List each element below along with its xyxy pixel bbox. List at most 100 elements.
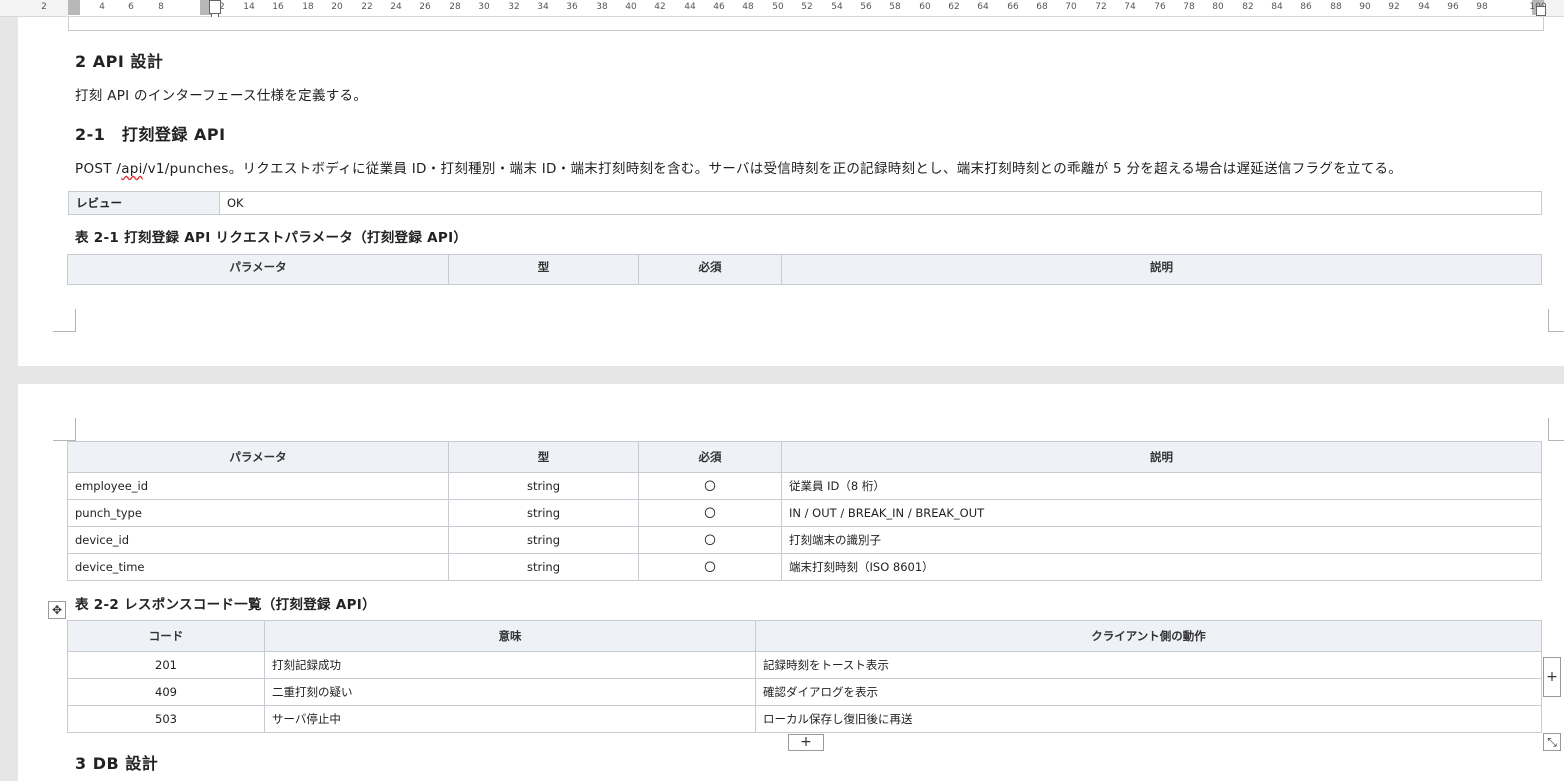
param-name-cell[interactable]: device_time	[67, 553, 449, 581]
ruler-tick-label: 44	[684, 2, 696, 12]
client-action-cell[interactable]: 記録時刻をトースト表示	[755, 651, 1542, 679]
ruler-tick-label: 74	[1124, 2, 1136, 12]
column-header: コード	[67, 620, 265, 652]
document-page: パラメータ 型 必須 説明 employee_id string 〇 従業員 I…	[18, 384, 1564, 781]
ruler-tick-label: 82	[1242, 2, 1254, 12]
add-column-button[interactable]: +	[1543, 657, 1561, 697]
type-cell[interactable]: string	[448, 499, 639, 527]
ruler-tick-label: 6	[128, 2, 134, 12]
ruler-tick-label: 4	[99, 2, 105, 12]
horizontal-ruler[interactable]: 2468121416182022242628303234363840424446…	[0, 0, 1564, 21]
column-header: パラメータ	[67, 254, 449, 285]
table-move-handle-icon[interactable]: ✥	[48, 601, 66, 619]
intro-paragraph: 打刻 API のインターフェース仕様を定義する。	[75, 88, 368, 104]
ruler-tick-label: 98	[1476, 2, 1488, 12]
column-header: クライアント側の動作	[755, 620, 1542, 652]
ruler-tick-label: 32	[508, 2, 520, 12]
ruler-tick-label: 34	[537, 2, 549, 12]
table-row: device_id string 〇 打刻端末の識別子	[67, 526, 1542, 554]
column-header: 説明	[781, 441, 1542, 473]
column-header: 必須	[638, 441, 782, 473]
ruler-tick-label: 38	[596, 2, 608, 12]
review-value[interactable]: OK	[219, 191, 1542, 215]
type-cell[interactable]: string	[448, 526, 639, 554]
required-cell[interactable]: 〇	[638, 472, 782, 500]
ruler-tick-label: 66	[1007, 2, 1019, 12]
ruler-tick-label: 16	[272, 2, 284, 12]
crop-mark	[1548, 418, 1564, 441]
table-caption: 表 2-1 打刻登録 API リクエストパラメータ（打刻登録 API）	[75, 230, 468, 246]
body-text: POST /	[75, 161, 122, 177]
description-cell[interactable]: 端末打刻時刻（ISO 8601）	[781, 553, 1542, 581]
type-cell[interactable]: string	[448, 553, 639, 581]
ruler-tick-label: 2	[41, 2, 47, 12]
description-cell[interactable]: 打刻端末の識別子	[781, 526, 1542, 554]
column-header: 意味	[264, 620, 756, 652]
ruler-left-margin	[68, 0, 80, 15]
type-cell[interactable]: string	[448, 472, 639, 500]
column-header: 説明	[781, 254, 1542, 285]
ruler-tick-label: 24	[390, 2, 402, 12]
client-action-cell[interactable]: 確認ダイアログを表示	[755, 678, 1542, 706]
subsection-heading: 2-1 打刻登録 API	[75, 125, 226, 144]
code-cell[interactable]: 201	[67, 651, 265, 679]
meaning-cell[interactable]: サーバ停止中	[264, 705, 756, 733]
right-indent-marker[interactable]	[1536, 6, 1546, 16]
ruler-tick-label: 86	[1300, 2, 1312, 12]
ruler-tick-label: 52	[801, 2, 813, 12]
ruler-tick-label: 96	[1447, 2, 1459, 12]
required-cell[interactable]: 〇	[638, 526, 782, 554]
section-heading: 2 API 設計	[75, 52, 164, 71]
spelling-flag[interactable]: api	[121, 161, 143, 177]
required-cell[interactable]: 〇	[638, 499, 782, 527]
ruler-tick-label: 48	[742, 2, 754, 12]
ruler-tick-label: 40	[625, 2, 637, 12]
review-label: レビュー	[68, 191, 220, 215]
ruler-tick-label: 60	[919, 2, 931, 12]
table-row: 503 サーバ停止中 ローカル保存し復旧後に再送	[67, 705, 1542, 733]
ruler-tick-label: 42	[654, 2, 666, 12]
ruler-tick-label: 88	[1330, 2, 1342, 12]
meaning-cell[interactable]: 打刻記録成功	[264, 651, 756, 679]
client-action-cell[interactable]: ローカル保存し復旧後に再送	[755, 705, 1542, 733]
description-cell[interactable]: IN / OUT / BREAK_IN / BREAK_OUT	[781, 499, 1542, 527]
ruler-tick-label: 90	[1359, 2, 1371, 12]
ruler-tick-label: 36	[566, 2, 578, 12]
param-table: パラメータ 型 必須 説明 employee_id string 〇 従業員 I…	[67, 441, 1542, 581]
first-line-indent-marker[interactable]	[209, 0, 221, 14]
ruler-tick-label: 62	[948, 2, 960, 12]
param-name-cell[interactable]: employee_id	[67, 472, 449, 500]
ruler-tick-label: 58	[889, 2, 901, 12]
param-name-cell[interactable]: punch_type	[67, 499, 449, 527]
table-row: employee_id string 〇 従業員 ID（8 桁）	[67, 472, 1542, 500]
table-resize-handle-icon[interactable]: ⤡	[1543, 733, 1561, 751]
meaning-cell[interactable]: 二重打刻の疑い	[264, 678, 756, 706]
table-caption: 表 2-2 レスポンスコード一覧（打刻登録 API）	[75, 597, 376, 613]
crop-mark	[53, 418, 76, 441]
section-heading: 3 DB 設計	[75, 754, 159, 773]
code-cell[interactable]: 409	[67, 678, 265, 706]
review-table: レビュー OK	[68, 191, 1542, 215]
ruler-tick-label: 70	[1065, 2, 1077, 12]
param-table-header: パラメータ 型 必須 説明	[67, 254, 1542, 285]
table-row: 409 二重打刻の疑い 確認ダイアログを表示	[67, 678, 1542, 706]
code-cell[interactable]: 503	[67, 705, 265, 733]
body-paragraph: POST /api/v1/punches。リクエストボディに従業員 ID・打刻種…	[75, 157, 1402, 177]
crop-mark	[1548, 309, 1564, 332]
ruler-tick-label: 92	[1388, 2, 1400, 12]
ruler-tick-label: 30	[478, 2, 490, 12]
required-cell[interactable]: 〇	[638, 553, 782, 581]
ruler-tick-label: 64	[977, 2, 989, 12]
ruler-tick-label: 94	[1418, 2, 1430, 12]
ruler-tick-label: 8	[158, 2, 164, 12]
param-name-cell[interactable]: device_id	[67, 526, 449, 554]
ruler-tick-label: 28	[449, 2, 461, 12]
ruler-tick-label: 68	[1036, 2, 1048, 12]
document-page: 2 API 設計 打刻 API のインターフェース仕様を定義する。 2-1 打刻…	[18, 17, 1564, 366]
add-row-button[interactable]: +	[788, 734, 824, 751]
column-header: 必須	[638, 254, 782, 285]
ruler-tick-label: 76	[1154, 2, 1166, 12]
description-cell[interactable]: 従業員 ID（8 桁）	[781, 472, 1542, 500]
response-code-table: コード 意味 クライアント側の動作 201 打刻記録成功 記録時刻をトースト表示…	[67, 620, 1542, 733]
ruler-tick-label: 50	[772, 2, 784, 12]
